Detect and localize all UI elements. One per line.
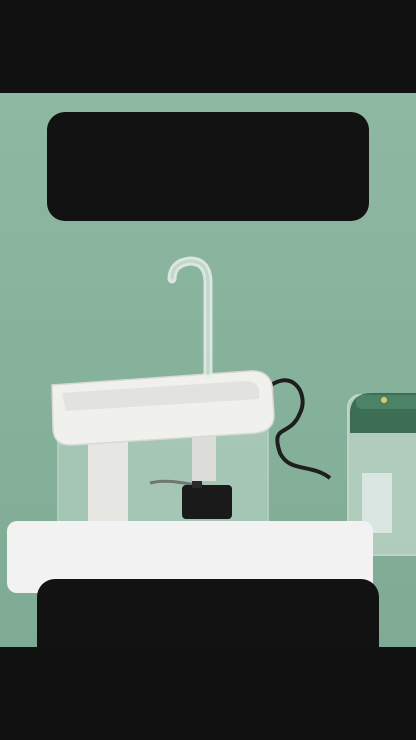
tray-leg-left <box>88 431 128 521</box>
clear-spout-tube <box>167 256 213 380</box>
bottom-redaction-overlay <box>37 579 379 647</box>
letterbox-bottom <box>0 647 416 740</box>
water-pump <box>182 485 232 519</box>
top-redaction-overlay <box>47 112 369 221</box>
tray-leg-right <box>192 431 216 481</box>
letterbox-top <box>0 0 416 93</box>
